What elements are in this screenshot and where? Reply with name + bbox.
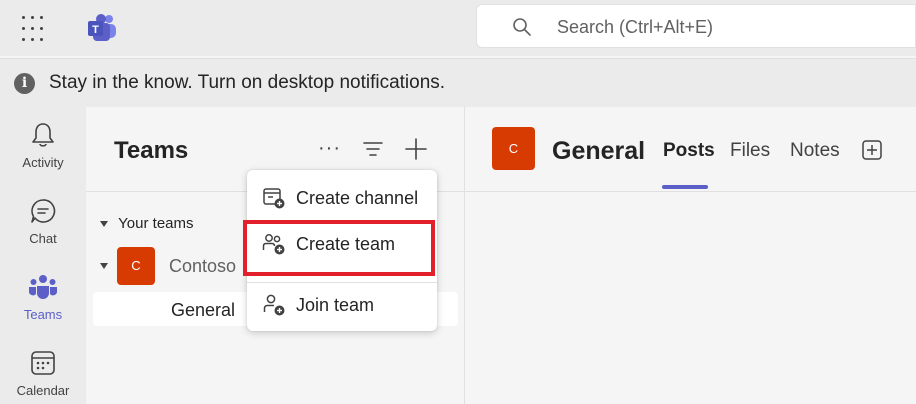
channel-add-icon [263,188,285,209]
channel-avatar: C [492,127,535,170]
info-icon: i [14,73,35,94]
rail-label: Chat [29,231,57,246]
rail-item-chat[interactable]: Chat [0,197,86,246]
bell-icon [32,123,54,147]
teams-icon [28,275,58,299]
channel-title: General [552,137,646,165]
rail-label: Activity [22,155,64,170]
search-placeholder: Search (Ctrl+Alt+E) [557,17,714,37]
calendar-icon [31,351,55,375]
rail-label: Teams [23,307,63,322]
more-options-button[interactable]: ··· [318,137,341,160]
rail-item-calendar[interactable]: Calendar [0,349,86,398]
section-label: Your teams [118,215,194,232]
tab-notes[interactable]: Notes [790,140,840,162]
search-box[interactable]: Search (Ctrl+Alt+E) [476,4,916,48]
channel-name: General [171,300,236,320]
team-avatar: C [117,247,155,285]
app-rail: Activity Chat Teams Calendar [0,107,86,404]
channel-area: C General Posts Files Notes [465,107,916,404]
filter-icon[interactable] [362,139,384,159]
menu-item-create-channel[interactable]: Create channel [247,176,437,220]
rail-item-teams[interactable]: Teams [0,273,86,322]
team-name: Contoso [169,255,237,276]
top-bar: T Search (Ctrl+Alt+E) [0,0,916,56]
chevron-down-icon [100,263,108,269]
tab-files[interactable]: Files [730,140,770,162]
highlight-box [243,220,435,276]
notification-text: Stay in the know. Turn on desktop notifi… [49,72,446,93]
active-tab-indicator [662,185,708,189]
channel-header: C General Posts Files Notes [465,107,916,192]
chevron-down-icon [100,221,108,228]
add-icon[interactable] [404,137,428,161]
menu-item-label: Join team [296,295,375,315]
notification-bar: i Stay in the know. Turn on desktop noti… [0,58,916,108]
menu-item-label: Create channel [296,188,419,208]
rail-item-activity[interactable]: Activity [0,121,86,170]
svg-text:T: T [92,24,99,36]
page-title: Teams [114,137,189,164]
tab-posts[interactable]: Posts [663,140,715,162]
team-row-contoso[interactable]: C Contoso [100,247,236,285]
rail-label: Calendar [16,383,70,398]
add-tab-icon[interactable] [862,140,882,160]
teams-logo-icon: T [88,14,116,41]
search-icon [513,18,531,36]
your-teams-section-header[interactable]: Your teams [100,215,194,232]
app-launcher-icon[interactable] [22,14,58,44]
person-add-icon [263,294,285,316]
chat-icon [31,199,56,223]
menu-item-join-team[interactable]: Join team [247,283,437,327]
